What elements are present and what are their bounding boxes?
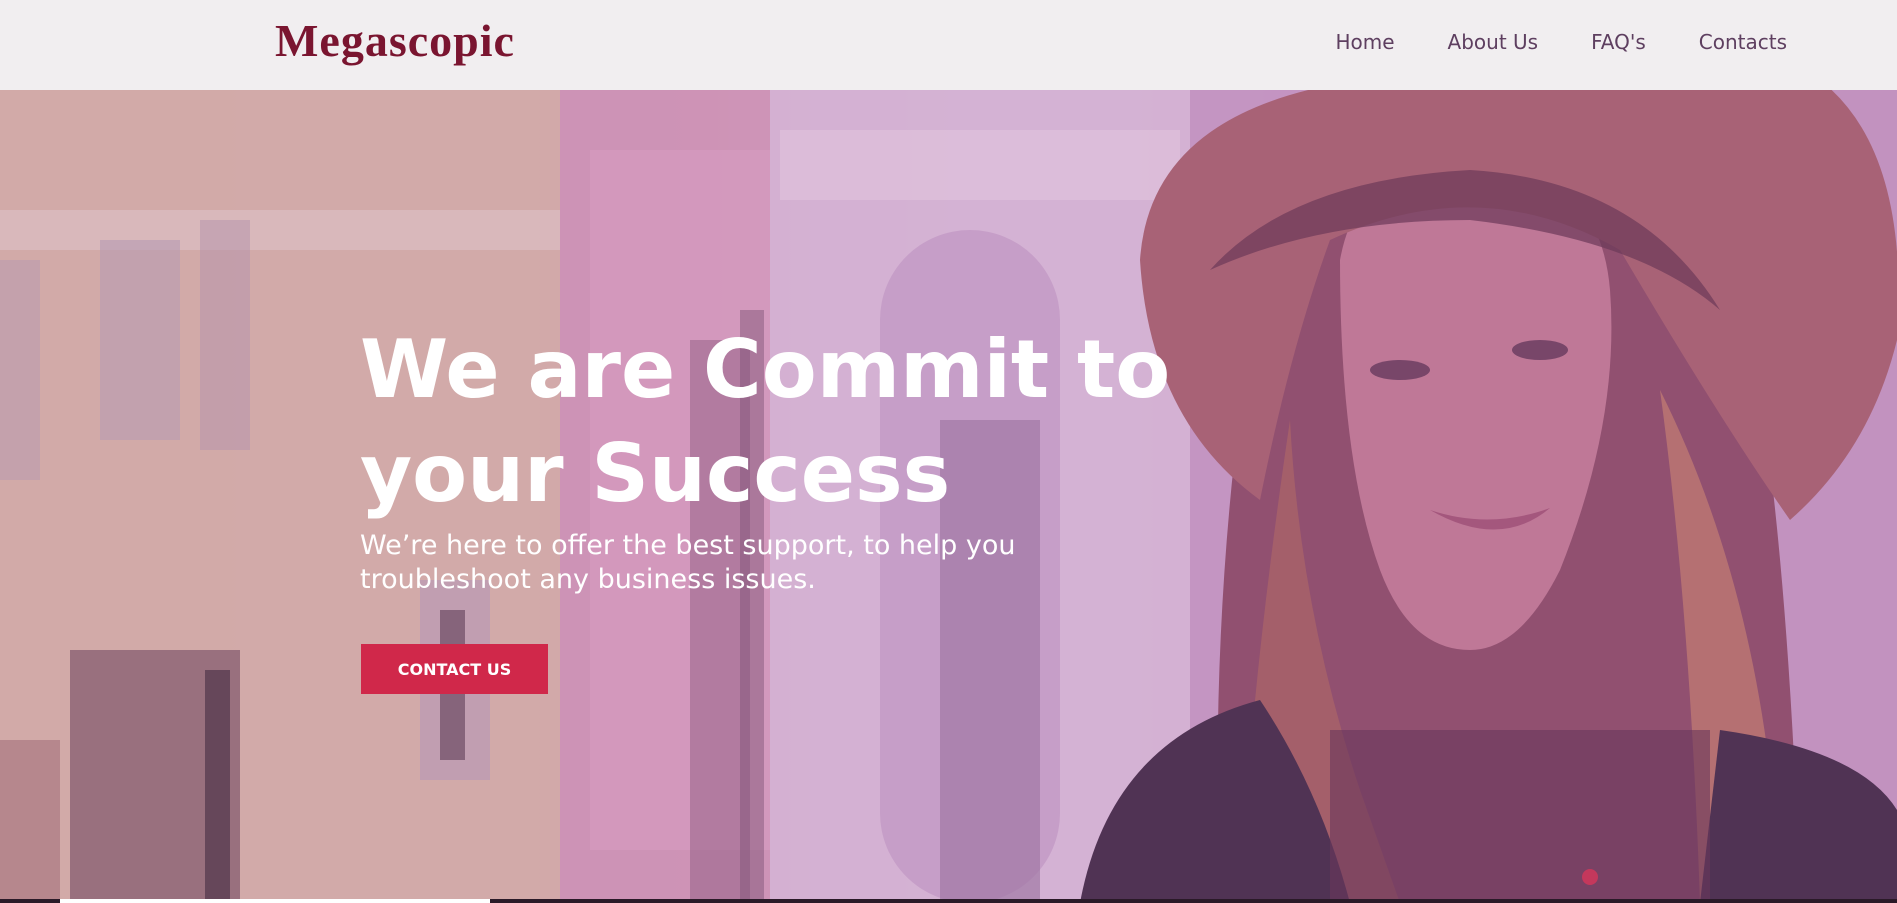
nav-item-about-us[interactable]: About Us (1448, 30, 1539, 54)
hero-section: We are Commit to your Success We’re here… (0, 90, 1897, 903)
brand-logo[interactable]: Megascopic (275, 14, 515, 67)
nav-item-home[interactable]: Home (1335, 30, 1394, 54)
hero-subtext-line-1: We’re here to offer the best support, to… (360, 530, 1016, 561)
contact-us-button[interactable]: CONTACT US (361, 644, 548, 694)
slider-progress-indicator (60, 899, 490, 903)
hero-headline-line-2: your Success (360, 427, 951, 520)
top-navbar: Megascopic Home About Us FAQ's Contacts (0, 0, 1897, 90)
hero-subtext: We’re here to offer the best support, to… (360, 529, 1060, 597)
nav-item-contacts[interactable]: Contacts (1699, 30, 1787, 54)
nav-item-faqs[interactable]: FAQ's (1591, 30, 1646, 54)
hero-subtext-line-2: troubleshoot any business issues. (360, 564, 816, 595)
bottom-strip (0, 899, 1897, 903)
hero-headline: We are Commit to your Success (360, 318, 1260, 526)
main-nav: Home About Us FAQ's Contacts (1335, 30, 1787, 54)
hero-headline-line-1: We are Commit to (360, 323, 1171, 416)
